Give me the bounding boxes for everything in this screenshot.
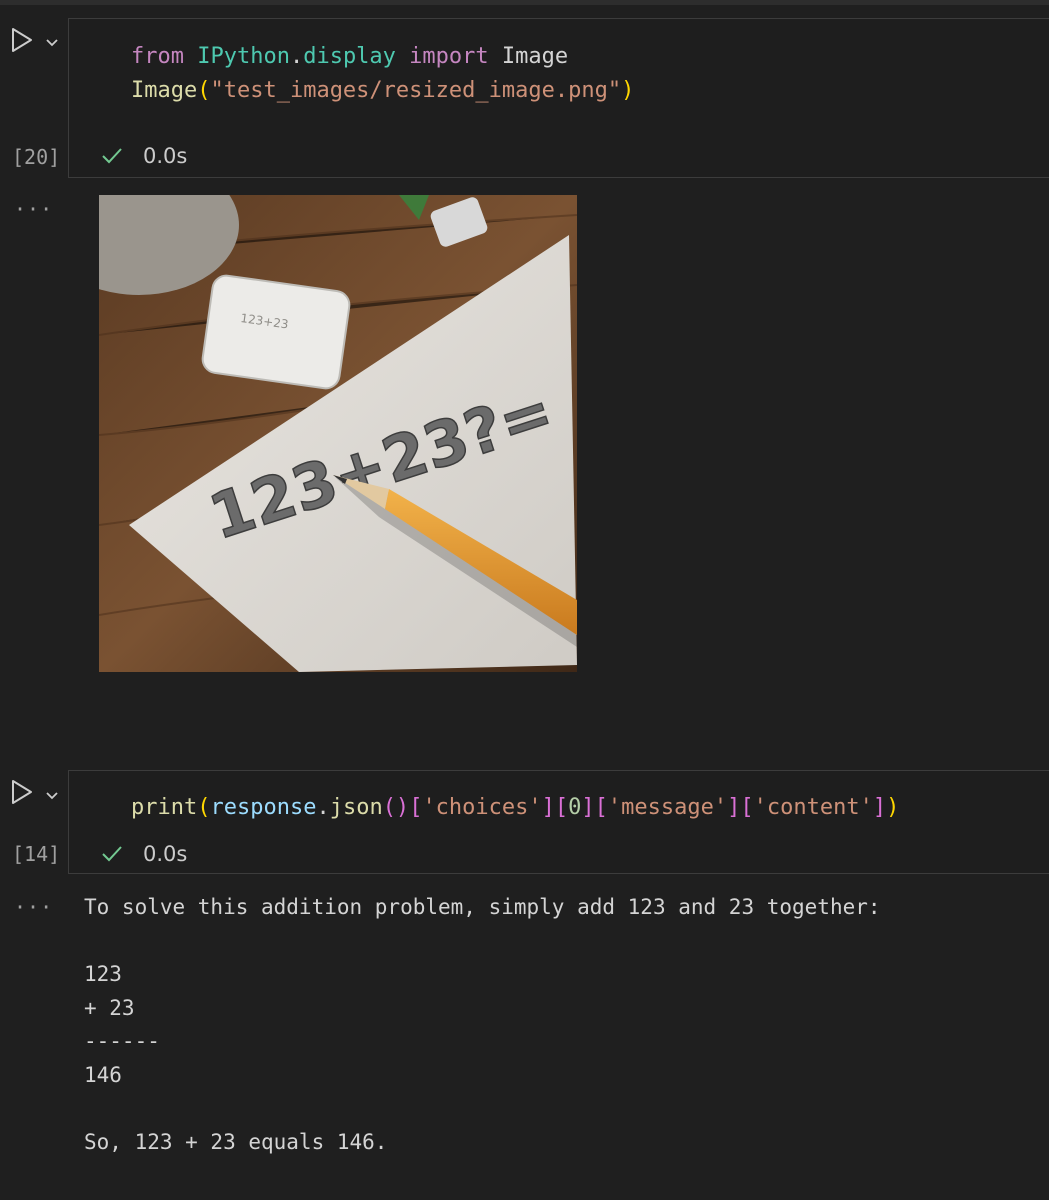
- run-cell-button[interactable]: [10, 779, 36, 809]
- code-token: 0: [568, 795, 582, 820]
- code-cell-1[interactable]: from IPython.display import Image Image("…: [68, 18, 1049, 178]
- code-line: from IPython.display import Image: [131, 40, 634, 74]
- code-token: ): [886, 795, 900, 820]
- play-icon: [12, 780, 32, 804]
- code-token: [: [409, 795, 423, 820]
- ellipsis-icon: ···: [14, 197, 54, 221]
- cell-output-text: To solve this addition problem, simply a…: [84, 895, 881, 1154]
- output-more-button[interactable]: ···: [14, 895, 53, 919]
- code-token: ): [621, 78, 635, 103]
- code-token: (: [197, 78, 211, 103]
- execution-count: [20]: [12, 145, 61, 169]
- run-options-button[interactable]: [45, 33, 59, 47]
- code-token: response: [210, 795, 317, 820]
- run-cell-button[interactable]: [10, 27, 36, 57]
- code-token: ]: [541, 795, 555, 820]
- code-token: [: [594, 795, 608, 820]
- code-token: 'message': [607, 795, 728, 820]
- check-icon: [102, 148, 122, 164]
- code-line: Image("test_images/resized_image.png"): [131, 74, 634, 108]
- code-token: import: [409, 44, 489, 69]
- code-token: (: [197, 795, 211, 820]
- output-more-button[interactable]: ···: [14, 197, 53, 221]
- chevron-down-icon: [46, 39, 58, 47]
- code-token: .: [316, 795, 330, 820]
- code-token: ]: [727, 795, 741, 820]
- code-token: Image: [131, 78, 198, 103]
- execution-count: [14]: [12, 842, 61, 866]
- play-icon: [12, 28, 32, 52]
- code-editor[interactable]: from IPython.display import Image Image("…: [131, 40, 634, 108]
- cell-status: 0.0s: [101, 144, 187, 168]
- ellipsis-icon: ···: [14, 895, 54, 919]
- code-token: [: [554, 795, 569, 820]
- code-token: (): [382, 795, 410, 820]
- code-token: 'choices': [422, 795, 542, 820]
- code-token: "test_images/resized_image.png": [210, 78, 622, 103]
- code-token: from: [131, 44, 184, 69]
- execution-time: 0.0s: [143, 842, 188, 866]
- code-token: .: [289, 44, 304, 69]
- code-token: IPython: [197, 44, 290, 69]
- code-cell-2[interactable]: print(response.json()['choices'][0]['mes…: [68, 770, 1049, 874]
- top-border: [0, 0, 1049, 5]
- code-token: [: [740, 795, 754, 820]
- code-token: display: [303, 44, 396, 69]
- code-token: print: [131, 795, 198, 820]
- code-token: 'content': [753, 795, 873, 820]
- code-token: ]: [581, 795, 595, 820]
- output-image: 123+23 123+23?=: [99, 195, 577, 672]
- code-line: print(response.json()['choices'][0]['mes…: [131, 791, 899, 825]
- cell-status: 0.0s: [101, 842, 187, 866]
- code-token: json: [329, 795, 383, 820]
- code-token: ]: [872, 795, 887, 820]
- code-editor[interactable]: print(response.json()['choices'][0]['mes…: [131, 791, 899, 825]
- check-icon: [102, 846, 122, 862]
- chevron-down-icon: [46, 792, 58, 800]
- run-options-button[interactable]: [45, 786, 59, 800]
- code-token: Image: [488, 44, 569, 69]
- execution-time: 0.0s: [143, 144, 188, 168]
